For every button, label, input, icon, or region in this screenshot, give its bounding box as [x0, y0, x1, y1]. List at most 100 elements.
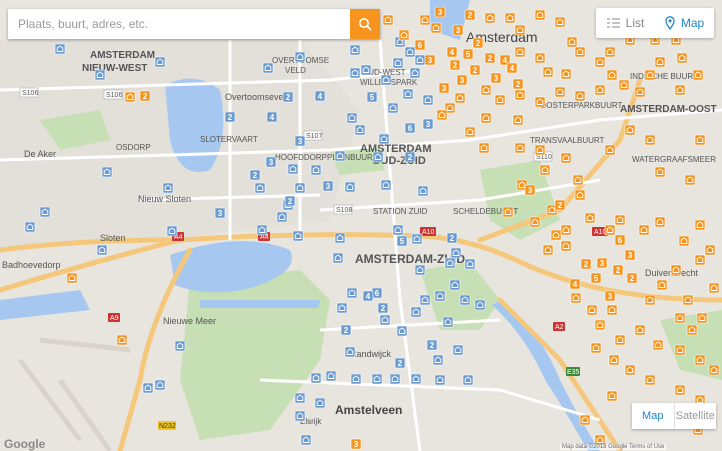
listing-marker-blue[interactable] [417, 185, 429, 197]
listing-marker-blue[interactable] [452, 344, 464, 356]
listing-cluster-orange[interactable]: 2 [512, 78, 524, 90]
listing-marker-blue[interactable] [174, 340, 186, 352]
listing-marker-blue[interactable] [444, 257, 456, 269]
listing-marker-blue[interactable] [262, 62, 274, 74]
listing-cluster-blue[interactable]: 3 [214, 207, 226, 219]
listing-marker-orange[interactable] [464, 126, 476, 138]
listing-cluster-blue[interactable]: 2 [446, 232, 458, 244]
listing-marker-blue[interactable] [142, 382, 154, 394]
listing-marker-orange[interactable] [480, 112, 492, 124]
listing-cluster-blue[interactable]: 3 [422, 118, 434, 130]
listing-marker-blue[interactable] [310, 372, 322, 384]
listing-marker-blue[interactable] [392, 57, 404, 69]
listing-marker-blue[interactable] [349, 44, 361, 56]
listing-marker-blue[interactable] [287, 163, 299, 175]
listing-cluster-blue[interactable]: 5 [366, 91, 378, 103]
listing-marker-blue[interactable] [336, 302, 348, 314]
listing-marker-orange[interactable] [494, 94, 506, 106]
listing-marker-blue[interactable] [404, 46, 416, 58]
listing-marker-orange[interactable] [678, 235, 690, 247]
listing-marker-orange[interactable] [574, 189, 586, 201]
listing-marker-blue[interactable] [419, 294, 431, 306]
listing-marker-orange[interactable] [644, 374, 656, 386]
listing-marker-blue[interactable] [396, 325, 408, 337]
listing-marker-orange[interactable] [594, 84, 606, 96]
listing-cluster-orange[interactable]: 6 [414, 39, 426, 51]
listing-marker-orange[interactable] [572, 174, 584, 186]
listing-marker-orange[interactable] [686, 324, 698, 336]
listing-marker-orange[interactable] [554, 16, 566, 28]
listing-marker-blue[interactable] [432, 354, 444, 366]
listing-marker-orange[interactable] [704, 244, 716, 256]
listing-cluster-orange[interactable]: 2 [612, 264, 624, 276]
listing-marker-blue[interactable] [392, 224, 404, 236]
listing-cluster-orange[interactable]: 2 [139, 90, 151, 102]
listing-marker-blue[interactable] [354, 124, 366, 136]
listing-marker-orange[interactable] [708, 364, 720, 376]
listing-cluster-orange[interactable]: 5 [590, 272, 602, 284]
listing-marker-blue[interactable] [154, 56, 166, 68]
listing-cluster-blue[interactable]: 2 [426, 339, 438, 351]
listing-cluster-orange[interactable]: 4 [569, 278, 581, 290]
listing-marker-blue[interactable] [314, 397, 326, 409]
listing-marker-orange[interactable] [644, 134, 656, 146]
listing-marker-orange[interactable] [654, 216, 666, 228]
listing-cluster-orange[interactable]: 3 [624, 249, 636, 261]
listing-marker-blue[interactable] [334, 150, 346, 162]
listing-cluster-orange[interactable]: 3 [350, 438, 362, 450]
listing-marker-orange[interactable] [604, 144, 616, 156]
listing-marker-orange[interactable] [514, 24, 526, 36]
listing-marker-blue[interactable] [442, 316, 454, 328]
listing-cluster-blue[interactable]: 6 [404, 122, 416, 134]
listing-marker-orange[interactable] [529, 216, 541, 228]
listing-cluster-blue[interactable]: 3 [322, 180, 334, 192]
listing-marker-blue[interactable] [292, 230, 304, 242]
listing-marker-blue[interactable] [54, 43, 66, 55]
listing-marker-orange[interactable] [694, 219, 706, 231]
listing-marker-orange[interactable] [484, 12, 496, 24]
listing-marker-orange[interactable] [614, 334, 626, 346]
listing-marker-blue[interactable] [380, 74, 392, 86]
listing-marker-orange[interactable] [604, 46, 616, 58]
listing-cluster-orange[interactable]: 3 [434, 6, 446, 18]
listing-cluster-blue[interactable]: 2 [394, 357, 406, 369]
listing-marker-blue[interactable] [344, 346, 356, 358]
listing-marker-orange[interactable] [550, 229, 562, 241]
listing-marker-orange[interactable] [674, 344, 686, 356]
listing-cluster-orange[interactable]: 2 [472, 37, 484, 49]
listing-cluster-orange[interactable]: 3 [524, 184, 536, 196]
listing-cluster-orange[interactable]: 3 [604, 290, 616, 302]
listing-cluster-orange[interactable]: 2 [464, 9, 476, 21]
listing-marker-blue[interactable] [410, 373, 422, 385]
listing-marker-orange[interactable] [694, 254, 706, 266]
listing-marker-orange[interactable] [436, 109, 448, 121]
listing-marker-orange[interactable] [606, 69, 618, 81]
listing-marker-orange[interactable] [382, 14, 394, 26]
listing-marker-blue[interactable] [294, 51, 306, 63]
listing-marker-blue[interactable] [256, 224, 268, 236]
listing-marker-blue[interactable] [344, 181, 356, 193]
listing-marker-blue[interactable] [450, 247, 462, 259]
listing-marker-orange[interactable] [634, 86, 646, 98]
listing-cluster-blue[interactable]: 2 [340, 324, 352, 336]
listing-marker-orange[interactable] [614, 214, 626, 226]
listing-marker-blue[interactable] [325, 370, 337, 382]
search-input[interactable] [8, 9, 350, 39]
listing-cluster-blue[interactable]: 2 [377, 302, 389, 314]
listing-marker-orange[interactable] [674, 84, 686, 96]
listing-cluster-orange[interactable]: 6 [614, 234, 626, 246]
listing-marker-orange[interactable] [534, 96, 546, 108]
listing-marker-orange[interactable] [480, 84, 492, 96]
listing-cluster-blue[interactable]: 6 [371, 287, 383, 299]
listing-marker-orange[interactable] [454, 92, 466, 104]
listing-cluster-orange[interactable]: 2 [580, 258, 592, 270]
listing-cluster-orange[interactable]: 3 [596, 257, 608, 269]
listing-marker-orange[interactable] [624, 364, 636, 376]
listing-marker-orange[interactable] [694, 354, 706, 366]
listing-marker-orange[interactable] [116, 334, 128, 346]
listing-marker-orange[interactable] [586, 304, 598, 316]
listing-cluster-blue[interactable]: 2 [282, 91, 294, 103]
listing-marker-orange[interactable] [654, 56, 666, 68]
listing-marker-blue[interactable] [414, 264, 426, 276]
listing-cluster-blue[interactable]: 3 [294, 135, 306, 147]
